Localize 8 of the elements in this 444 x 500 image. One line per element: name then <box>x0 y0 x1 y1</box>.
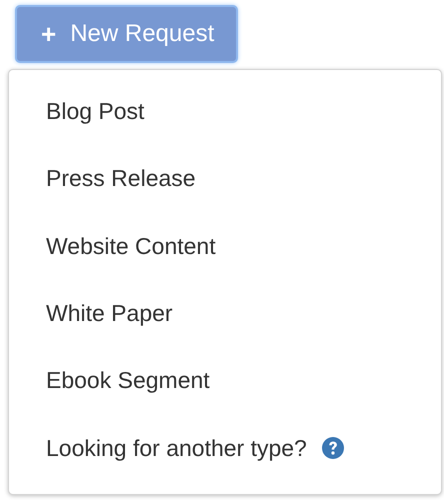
menu-item[interactable]: Website Content <box>9 224 441 292</box>
menu-item[interactable]: Press Release <box>9 157 441 225</box>
menu-item[interactable]: Blog Post <box>9 90 441 158</box>
menu-item[interactable]: Looking for another type? <box>46 434 307 462</box>
menu-item[interactable]: Ebook Segment <box>9 359 441 427</box>
menu-item[interactable]: White Paper <box>9 292 441 360</box>
help-icon[interactable] <box>320 436 345 460</box>
plus-icon: + <box>41 18 56 50</box>
